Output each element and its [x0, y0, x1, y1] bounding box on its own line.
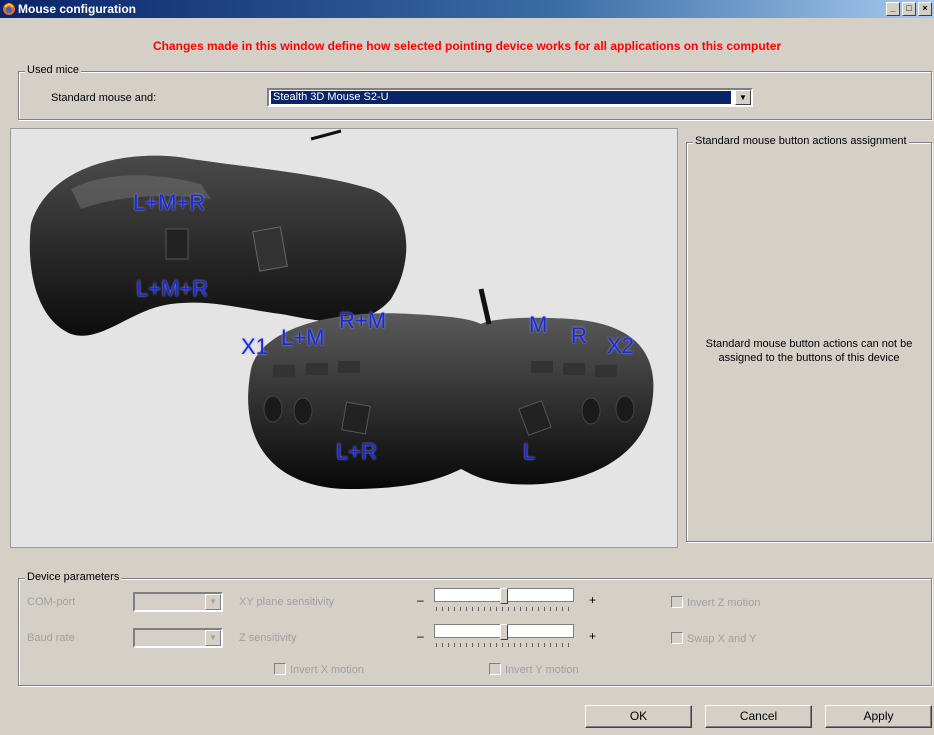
title-bar[interactable]: Mouse configuration _ □ ×	[0, 0, 934, 18]
z-slider-thumb[interactable]	[500, 624, 508, 640]
z-sensitivity-label: Z sensitivity	[239, 632, 297, 644]
assignment-group: Standard mouse button actions assignment…	[686, 135, 932, 542]
xy-sensitivity-slider[interactable]	[434, 588, 574, 614]
minimize-button[interactable]: _	[886, 2, 900, 16]
label-r-plus-m: R+M	[339, 308, 387, 333]
label-l-plus-m: L+M	[281, 325, 325, 350]
apply-button[interactable]: Apply	[825, 705, 932, 728]
app-icon	[3, 3, 15, 15]
label-m: M	[529, 312, 548, 337]
swap-xy-label: Swap X and Y	[687, 633, 757, 645]
label-x1: X1	[241, 334, 268, 359]
xy-minus: –	[417, 593, 424, 607]
invert-x-box[interactable]	[274, 663, 286, 675]
invert-z-label: Invert Z motion	[687, 597, 761, 609]
swap-xy-checkbox[interactable]: Swap X and Y	[671, 632, 757, 645]
xy-plus: +	[589, 593, 597, 607]
baud-rate-select[interactable]: ▼	[133, 628, 223, 648]
invert-y-box[interactable]	[489, 663, 501, 675]
xy-slider-ticks	[436, 607, 572, 611]
label-l-plus-r: L+R	[336, 439, 377, 464]
label-top-lower: L+M+R	[136, 276, 209, 301]
invert-z-checkbox[interactable]: Invert Z motion	[671, 596, 760, 609]
used-mice-caption: Used mice	[25, 64, 81, 76]
xy-slider-thumb[interactable]	[500, 588, 508, 604]
assignment-caption: Standard mouse button actions assignment	[693, 135, 909, 147]
cancel-button[interactable]: Cancel	[705, 705, 812, 728]
invert-x-label: Invert X motion	[290, 664, 364, 676]
used-mice-group: Used mice Standard mouse and: Stealth 3D…	[18, 64, 932, 120]
invert-x-checkbox[interactable]: Invert X motion	[274, 663, 364, 676]
maximize-button[interactable]: □	[902, 2, 916, 16]
window-title: Mouse configuration	[18, 2, 136, 16]
invert-y-checkbox[interactable]: Invert Y motion	[489, 663, 579, 676]
device-parameters-group: Device parameters COM-port ▼ Baud rate ▼…	[18, 571, 932, 686]
baud-rate-label: Baud rate	[27, 632, 75, 644]
z-slider-ticks	[436, 643, 572, 647]
assignment-message-line2: assigned to the buttons of this device	[718, 352, 900, 364]
chevron-down-icon[interactable]: ▼	[205, 594, 221, 610]
close-button[interactable]: ×	[918, 2, 932, 16]
label-l: L	[523, 439, 536, 464]
z-plus: +	[589, 629, 597, 643]
mouse-select[interactable]: Stealth 3D Mouse S2-U ▼	[267, 88, 753, 107]
ok-button[interactable]: OK	[585, 705, 692, 728]
invert-z-box[interactable]	[671, 596, 683, 608]
invert-y-label: Invert Y motion	[505, 664, 579, 676]
notice-text: Changes made in this window define how s…	[152, 39, 782, 53]
chevron-down-icon[interactable]: ▼	[735, 90, 751, 105]
com-port-label: COM-port	[27, 596, 76, 608]
mouse-configuration-window: Mouse configuration _ □ × Changes made i…	[0, 0, 934, 735]
chevron-down-icon[interactable]: ▼	[205, 630, 221, 646]
label-x2: X2	[607, 333, 634, 358]
xy-sensitivity-label: XY plane sensitivity	[239, 596, 335, 608]
label-top-upper: L+M+R	[133, 190, 206, 215]
assignment-message: Standard mouse button actions can not be…	[687, 337, 931, 365]
label-r: R	[571, 323, 587, 348]
swap-xy-box[interactable]	[671, 632, 683, 644]
standard-mouse-label: Standard mouse and:	[51, 92, 157, 104]
z-sensitivity-slider[interactable]	[434, 624, 574, 650]
device-parameters-caption: Device parameters	[25, 571, 122, 583]
mouse-select-value: Stealth 3D Mouse S2-U	[271, 91, 731, 104]
device-image-panel: L+M+R L+M+R X1 L+M R+M M R X2 L+R L	[10, 128, 678, 548]
z-minus: –	[417, 629, 424, 643]
assignment-message-line1: Standard mouse button actions can not be	[705, 338, 913, 350]
com-port-select[interactable]: ▼	[133, 592, 223, 612]
